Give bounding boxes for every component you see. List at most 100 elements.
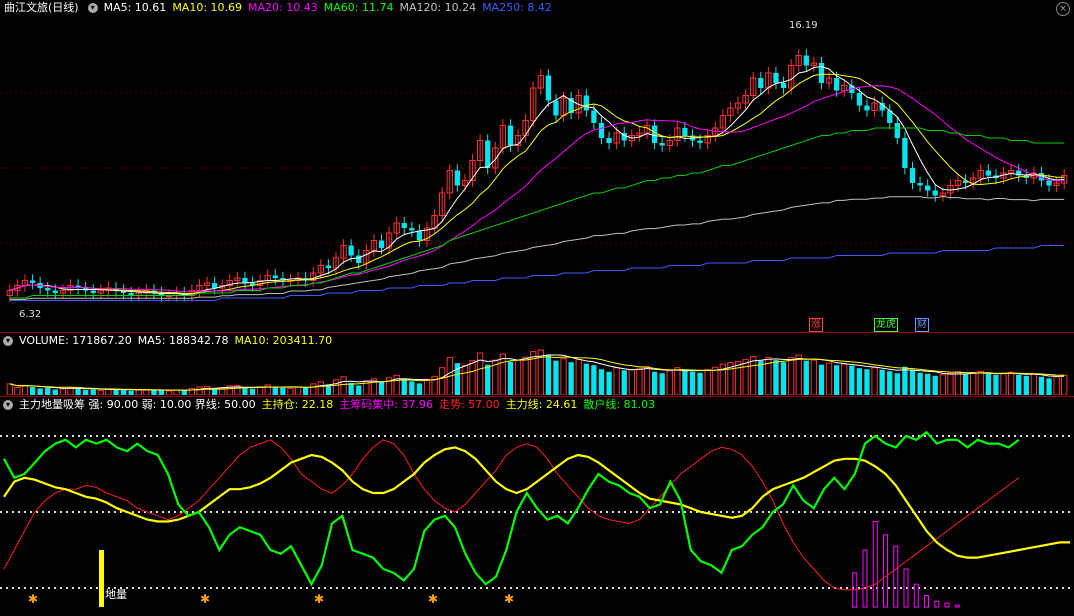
volume-bar <box>750 356 757 395</box>
volume-bar <box>734 361 742 395</box>
volume-bar <box>1000 372 1007 395</box>
runner-icon: ✱ <box>28 592 38 606</box>
candle-body <box>45 288 51 291</box>
chevron-down-icon[interactable]: ▾ <box>3 400 13 410</box>
ma-legend: MA5: 10.61 MA10: 10.69 MA20: 10.43 MA60: 11… <box>104 1 558 14</box>
volume-bar <box>280 387 286 395</box>
concentration-bar <box>872 521 878 608</box>
volume-bar <box>128 390 134 395</box>
volume-bar <box>151 389 157 395</box>
volume-bar <box>75 388 81 395</box>
volume-bar <box>1030 373 1038 395</box>
candle-body <box>909 168 916 183</box>
symbol-title: 曲江文旅(日线) <box>4 1 79 14</box>
indicator-line-0 <box>3 446 1070 559</box>
candle-body <box>553 100 559 116</box>
candle-body <box>659 143 665 146</box>
volume-bar <box>113 389 119 395</box>
concentration-bar <box>924 595 929 608</box>
high-price-label: 16.19 <box>789 20 818 31</box>
volume-bar <box>272 386 278 395</box>
candle-body <box>416 230 423 241</box>
volume-bar <box>704 369 711 395</box>
candle-body <box>485 140 491 168</box>
volume-bar <box>803 360 809 395</box>
candle-body <box>932 190 938 196</box>
runner-icon: ✱ <box>428 592 438 606</box>
runner-icon: ✱ <box>314 592 324 606</box>
volume-bar <box>583 363 589 395</box>
volume-bar <box>256 386 264 395</box>
candle-body <box>818 63 825 83</box>
ma5-line <box>9 65 1065 296</box>
candle-body <box>409 228 415 231</box>
indicator-panel[interactable]: ✱ ✱ ✱ ✱ ✱ ▾ 主力地量吸筹 强: 90.00 弱: 10.00 界线: 50.0… <box>0 396 1074 616</box>
volume-bar <box>947 372 954 395</box>
volume-bar <box>294 386 302 395</box>
volume-bar <box>393 374 400 395</box>
close-icon[interactable]: × <box>1056 2 1070 16</box>
volume-legend: VOLUME: 171867.20 MA5: 188342.78 MA10: 203… <box>19 334 338 347</box>
indicator-label-2: 主筹码集中: 37.96 <box>339 398 433 411</box>
event-tag-longhu[interactable]: 龙虎 <box>874 318 898 332</box>
volume-bar <box>613 367 620 395</box>
concentration-bar <box>862 549 868 608</box>
volume-bar <box>378 381 385 395</box>
volume-panel[interactable]: ▾ VOLUME: 171867.20 MA5: 188342.78 MA10: 20… <box>0 332 1074 395</box>
volume-bar <box>773 360 779 395</box>
event-tag-cai[interactable]: 财 <box>915 318 929 332</box>
candle-body <box>833 78 840 91</box>
ma-label-0: MA5: 10.61 <box>103 1 167 14</box>
price-panel[interactable]: 曲江文旅(日线) ▾ MA5: 10.61 MA10: 10.69 MA20: 10.4… <box>0 0 1074 332</box>
indicator-label-4: 主力线: 24.61 <box>505 398 578 411</box>
volume-bar <box>439 367 446 395</box>
candle-body <box>507 125 514 146</box>
volume-bar <box>780 362 787 395</box>
volume-bar <box>909 369 916 395</box>
volume-bar <box>818 364 825 395</box>
candle-body <box>90 290 96 293</box>
ma-label-5: MA250: 8.42 <box>482 1 552 14</box>
volume-bar <box>939 374 946 395</box>
chevron-down-icon[interactable]: ▾ <box>3 336 13 346</box>
volume-bar <box>1061 374 1068 395</box>
chevron-down-icon[interactable]: ▾ <box>87 3 98 13</box>
volume-bar <box>165 390 173 395</box>
volume-bar <box>416 383 423 395</box>
volume-bar <box>356 385 362 395</box>
candle-body <box>803 55 809 66</box>
concentration-bar <box>934 600 940 608</box>
event-tag-zhang[interactable]: 涨 <box>809 318 823 332</box>
candle-body <box>378 240 385 248</box>
volume-bar <box>606 371 612 395</box>
volume-label-1: MA5: 188342.78 <box>137 334 229 347</box>
volume-bar <box>925 373 931 395</box>
volume-bar <box>302 387 309 395</box>
volume-bar <box>196 386 203 395</box>
candle-body <box>682 128 688 136</box>
volume-bar <box>553 360 559 395</box>
volume-bar <box>849 365 855 395</box>
volume-bar <box>977 370 984 395</box>
ma-label-3: MA60: 11.74 <box>323 1 394 14</box>
volume-bar <box>643 366 651 395</box>
price-header: 曲江文旅(日线) ▾ MA5: 10.61 MA10: 10.69 MA20: 10.4… <box>0 0 564 16</box>
volume-bar <box>514 359 522 395</box>
candle-body <box>1046 180 1052 186</box>
concentration-bar <box>913 583 919 608</box>
volume-bar <box>485 364 491 395</box>
volume-bar <box>332 379 340 395</box>
candle-body <box>598 123 605 138</box>
volume-bar <box>560 358 567 395</box>
volume-bar <box>173 389 180 395</box>
candle-body <box>272 275 278 278</box>
candle-body <box>780 83 787 88</box>
volume-bar <box>674 367 681 395</box>
candle-body <box>651 125 658 143</box>
volume-bar <box>340 376 347 395</box>
concentration-bar <box>883 534 888 608</box>
volume-bar <box>993 374 999 395</box>
indicator-label-5: 散户线: 81.03 <box>583 398 656 411</box>
candle-body <box>401 223 407 228</box>
volume-bar <box>864 369 870 395</box>
